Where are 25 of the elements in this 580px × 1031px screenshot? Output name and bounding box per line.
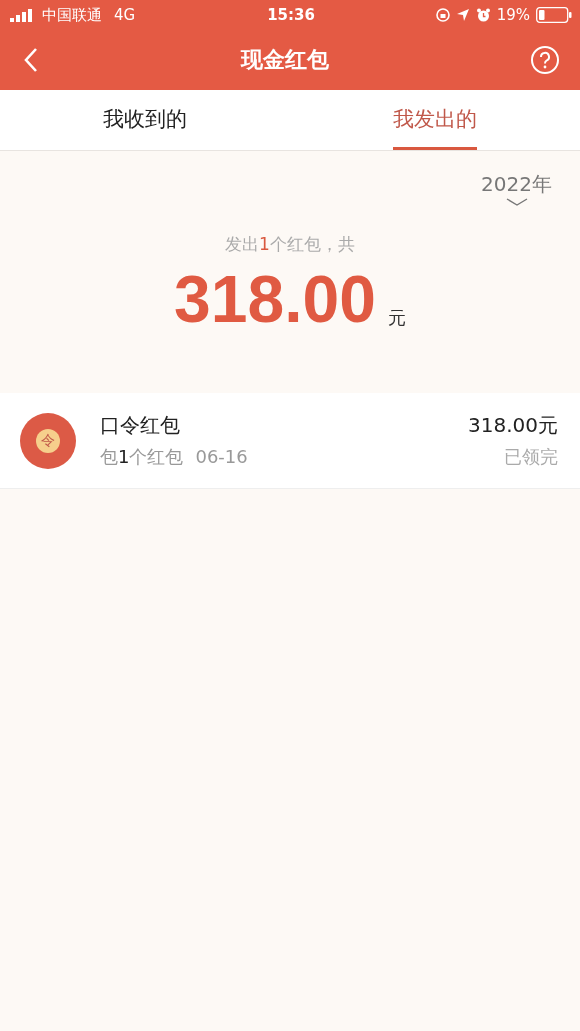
packet-title: 口令红包 [100,412,181,439]
year-selector[interactable]: 2022年 [481,171,552,206]
rotation-lock-icon [435,8,450,22]
packet-row[interactable]: 令 口令红包 包1个红包 06-16 318.00元 已领完 [0,393,580,489]
carrier-name: 中国联通 [42,5,102,25]
location-icon [455,8,470,22]
caret-icon [505,198,528,206]
back-button[interactable] [22,47,40,73]
network-type: 4G [114,6,136,24]
summary-text: 发出 1个红包，共 [225,233,355,256]
battery-percent: 19% [496,6,530,24]
packet-icon: 令 [20,412,76,469]
currency-unit: 元 [387,306,406,330]
clock-time: 15:36 [267,6,315,24]
help-button[interactable] [530,45,560,75]
packet-status: 已领完 [504,445,558,469]
alarm-clock-icon [475,7,491,23]
packet-amount: 318.00元 [468,412,558,439]
total-amount: 318.00 [174,266,376,332]
packet-date: 06-16 [195,446,248,467]
packet-detail: 包1个红包 [100,446,184,467]
battery-icon [536,7,572,23]
tab[interactable]: 我发出的 [393,90,477,150]
page-title: 现金红包 [241,46,329,74]
tab[interactable]: 我收到的 [103,90,187,150]
